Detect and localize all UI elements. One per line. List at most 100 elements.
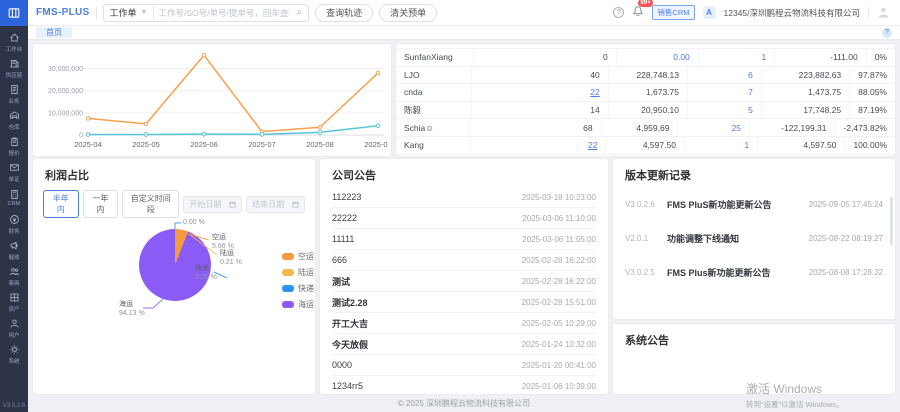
envelope-icon bbox=[9, 162, 20, 173]
version-history-card: 版本更新记录 V3.0.2.6FMS PluS新功能更新公告2025-09-05… bbox=[613, 159, 895, 319]
sidebar-item-customers[interactable]: 客商 bbox=[0, 263, 28, 289]
count-link[interactable]: 1 bbox=[685, 137, 758, 154]
search-icon[interactable]: ⌕ bbox=[294, 7, 308, 18]
legend-item-空运[interactable]: 空运 bbox=[282, 251, 314, 262]
announcement-title: 22222 bbox=[332, 213, 357, 223]
start-date-input[interactable]: 开始日期 bbox=[183, 196, 242, 213]
order-count[interactable]: 22 bbox=[471, 137, 607, 154]
cell-value: 68 bbox=[583, 123, 592, 133]
order-count: 14 bbox=[472, 102, 609, 119]
profit-value: 1,473.75 bbox=[762, 84, 850, 101]
avatar[interactable]: A bbox=[703, 6, 716, 19]
sidebar-item-quotation[interactable]: 报价 bbox=[0, 133, 28, 159]
sidebar-item-business[interactable]: 业务 bbox=[0, 81, 28, 107]
help-icon[interactable]: ? bbox=[613, 7, 624, 18]
cell-value[interactable]: 22 bbox=[588, 140, 597, 150]
table-row[interactable]: cnda221,673.7571,473.7588.05% bbox=[396, 84, 895, 102]
svg-text:2025-09: 2025-09 bbox=[364, 140, 388, 149]
svg-text:0: 0 bbox=[79, 133, 83, 140]
scrollbar[interactable] bbox=[890, 197, 893, 245]
filter-half-year-button[interactable]: 半年内 bbox=[43, 190, 79, 218]
announcement-row[interactable]: 测试2025-02-28 16:22:00 bbox=[332, 271, 596, 292]
announcement-date: 2025-02-05 10:29:00 bbox=[522, 319, 596, 328]
order-count[interactable]: 22 bbox=[472, 84, 609, 101]
version-row[interactable]: V3.0.2.6FMS PluS新功能更新公告2025-09-05 17:45:… bbox=[613, 187, 895, 221]
announcement-row[interactable]: 00002025-01-20 00:41:00 bbox=[332, 355, 596, 376]
profit-ratio: -2,473.82% bbox=[836, 119, 895, 136]
sidebar-item-warehouse[interactable]: 仓库 bbox=[0, 107, 28, 133]
app-logo-icon[interactable] bbox=[0, 0, 28, 26]
cell-value: cnda bbox=[404, 87, 422, 97]
table-row[interactable]: 陈毅1420,950.10517,748.2587.19% bbox=[396, 102, 895, 120]
sidebar-item-assets[interactable]: 资产 bbox=[0, 289, 28, 315]
profile-icon[interactable] bbox=[877, 6, 890, 19]
company-name[interactable]: 12345/深圳鹏程云物流科技有限公司 bbox=[724, 7, 861, 19]
count-link[interactable]: 7 bbox=[688, 84, 762, 101]
search-type-select[interactable]: 工作单 ▼ bbox=[104, 5, 155, 21]
cell-value[interactable]: 5 bbox=[748, 105, 753, 115]
count-link[interactable]: 6 bbox=[688, 67, 762, 84]
announcement-row[interactable]: 111112025-03-06 11:05:00 bbox=[332, 229, 596, 250]
legend-item-陆运[interactable]: 陆运 bbox=[282, 267, 314, 278]
announcement-row[interactable]: 开工大吉2025-02-05 10:29:00 bbox=[332, 313, 596, 334]
sidebar-item-label: 用户 bbox=[8, 330, 19, 338]
announcement-row[interactable]: 6662025-02-28 16:22:00 bbox=[332, 250, 596, 271]
cell-value[interactable]: 1 bbox=[744, 140, 749, 150]
revenue-trend-card: 010,000,00020,000,00030,000,0002025-0420… bbox=[33, 44, 391, 156]
count-link[interactable]: 5 bbox=[688, 102, 762, 119]
sidebar-item-supply-chain[interactable]: 供应链 bbox=[0, 55, 28, 81]
table-row[interactable]: Kang224,597.5014,597.50100.00% bbox=[396, 137, 895, 155]
cell-value[interactable]: 25 bbox=[732, 123, 741, 133]
announcement-title: 今天放假 bbox=[332, 338, 368, 351]
count-link[interactable]: 25 bbox=[678, 119, 750, 136]
legend-item-海运[interactable]: 海运 bbox=[282, 299, 314, 310]
tab-home[interactable]: 首页 bbox=[36, 27, 72, 38]
sidebar-item-finance[interactable]: 财务 bbox=[0, 211, 28, 237]
filter-custom-range-button[interactable]: 自定义时间段 bbox=[122, 190, 179, 218]
filter-one-year-button[interactable]: 一年内 bbox=[83, 190, 119, 218]
pie-label-value: 0.00 % bbox=[183, 218, 205, 227]
announcement-row[interactable]: 1122232025-03-18 10:23:00 bbox=[332, 187, 596, 208]
salesperson-name: 陈毅 bbox=[396, 102, 472, 119]
search-input[interactable] bbox=[154, 8, 294, 18]
profit-ratio: 88.05% bbox=[850, 84, 895, 101]
table-row[interactable]: Schia☺684,959.6925-122,199.31-2,473.82% bbox=[396, 119, 895, 137]
version-row[interactable]: V3.0.2.5FMS Plus新功能更新公告2025-08-08 17:28:… bbox=[613, 255, 895, 289]
sidebar-item-system[interactable]: 系统 bbox=[0, 341, 28, 367]
legend-item-快递[interactable]: 快递 bbox=[282, 283, 314, 294]
customs-preorder-button[interactable]: 清关预单 bbox=[379, 4, 437, 22]
announcement-row[interactable]: 1234rr52025-01-06 10:39:00 bbox=[332, 376, 596, 397]
track-query-button[interactable]: 查询轨迹 bbox=[315, 4, 373, 22]
sidebar-item-collection[interactable]: 催收 bbox=[0, 237, 28, 263]
global-search: 工作单 ▼ ⌕ bbox=[103, 4, 310, 22]
cell-value[interactable]: 1 bbox=[761, 52, 766, 62]
sidebar-item-label: 工作台 bbox=[6, 44, 23, 52]
announcement-row[interactable]: 222222025-03-06 11:10:00 bbox=[332, 208, 596, 229]
calendar-icon bbox=[229, 201, 236, 208]
company-notice-card: 公司公告 1122232025-03-18 10:23:00222222025-… bbox=[320, 159, 608, 394]
version-row[interactable]: V2.0.1功能调整下线通知2025-08-22 08:19:27 bbox=[613, 221, 895, 255]
sidebar-item-user[interactable]: 用户 bbox=[0, 315, 28, 341]
sidebar-item-workbench[interactable]: 工作台 bbox=[0, 29, 28, 55]
table-row[interactable]: LJO40228,748.136223,882.6397.87% bbox=[396, 67, 895, 85]
announcement-date: 2025-01-24 10:32:00 bbox=[522, 340, 596, 349]
tab-help-icon[interactable]: ? bbox=[882, 28, 892, 38]
crm-tag[interactable]: 销售CRM bbox=[652, 5, 694, 20]
announcement-title: 1234rr5 bbox=[332, 381, 363, 391]
cell-value[interactable]: 7 bbox=[748, 87, 753, 97]
announcement-row[interactable]: 测试2.282025-02-28 15:51:00 bbox=[332, 292, 596, 313]
cell-value: SunfanXiang bbox=[404, 52, 453, 62]
sidebar-item-documents[interactable]: 单证 bbox=[0, 159, 28, 185]
end-date-input[interactable]: 结束日期 bbox=[246, 196, 305, 213]
table-row[interactable]: SunfanXiang00.001-111.000% bbox=[396, 49, 895, 67]
amount-value[interactable]: 0.00 bbox=[617, 49, 699, 66]
search-type-value: 工作单 bbox=[110, 6, 137, 19]
salesperson-name: Kang bbox=[396, 137, 471, 154]
count-link[interactable]: 1 bbox=[699, 49, 775, 66]
cell-value[interactable]: 0.00 bbox=[673, 52, 690, 62]
announcement-row[interactable]: 今天放假 2025-01-24 10:32:00 bbox=[332, 334, 596, 355]
cell-value[interactable]: 22 bbox=[590, 87, 599, 97]
notifications-bell[interactable]: 99+ bbox=[632, 4, 644, 22]
sidebar-item-crm[interactable]: CRM bbox=[0, 185, 28, 211]
cell-value[interactable]: 6 bbox=[748, 70, 753, 80]
